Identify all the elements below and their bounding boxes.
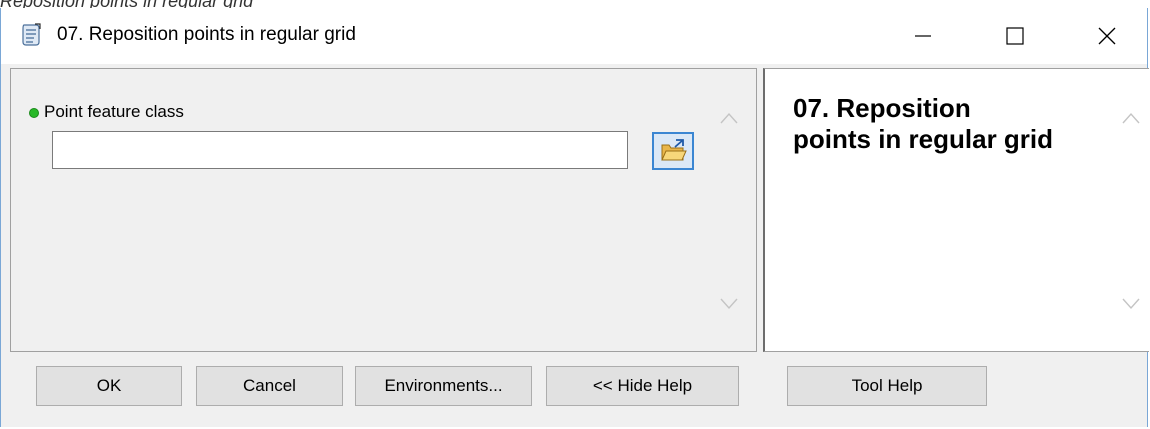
chevron-up-icon	[720, 112, 738, 124]
title-bar: 07. Reposition points in regular grid	[1, 8, 1147, 64]
environments-button[interactable]: Environments...	[355, 366, 532, 406]
help-scroll-up-arrow[interactable]	[1121, 111, 1141, 130]
ok-button[interactable]: OK	[36, 366, 182, 406]
minimize-button[interactable]	[877, 8, 969, 64]
browse-button[interactable]	[652, 132, 694, 170]
parameters-panel: Point feature class	[10, 68, 757, 352]
maximize-button[interactable]	[969, 8, 1061, 64]
close-icon	[1098, 27, 1116, 45]
scroll-up-arrow[interactable]	[719, 111, 739, 130]
script-scroll-icon	[17, 22, 43, 48]
chevron-up-icon	[1122, 112, 1140, 124]
help-title: 07. Reposition points in regular grid	[793, 93, 1054, 154]
cancel-button[interactable]: Cancel	[196, 366, 343, 406]
window-title: 07. Reposition points in regular grid	[57, 24, 356, 45]
hide-help-button[interactable]: << Hide Help	[546, 366, 739, 406]
help-panel: 07. Reposition points in regular grid	[763, 68, 1149, 352]
point-feature-class-label: Point feature class	[44, 102, 184, 121]
chevron-down-icon	[1122, 298, 1140, 310]
button-bar: OK Cancel Environments... << Hide Help T…	[1, 352, 1147, 427]
tool-help-button[interactable]: Tool Help	[787, 366, 987, 406]
maximize-icon	[1006, 27, 1024, 45]
tool-dialog-window: 07. Reposition points in regular grid Po…	[0, 8, 1149, 427]
chevron-down-icon	[720, 298, 738, 310]
open-folder-icon	[661, 139, 687, 161]
point-feature-class-input[interactable]	[52, 131, 628, 169]
required-parameter-icon	[29, 108, 39, 118]
minimize-icon	[915, 35, 931, 37]
close-button[interactable]	[1061, 8, 1150, 64]
scroll-down-arrow[interactable]	[719, 297, 739, 316]
help-scroll-down-arrow[interactable]	[1121, 297, 1141, 316]
